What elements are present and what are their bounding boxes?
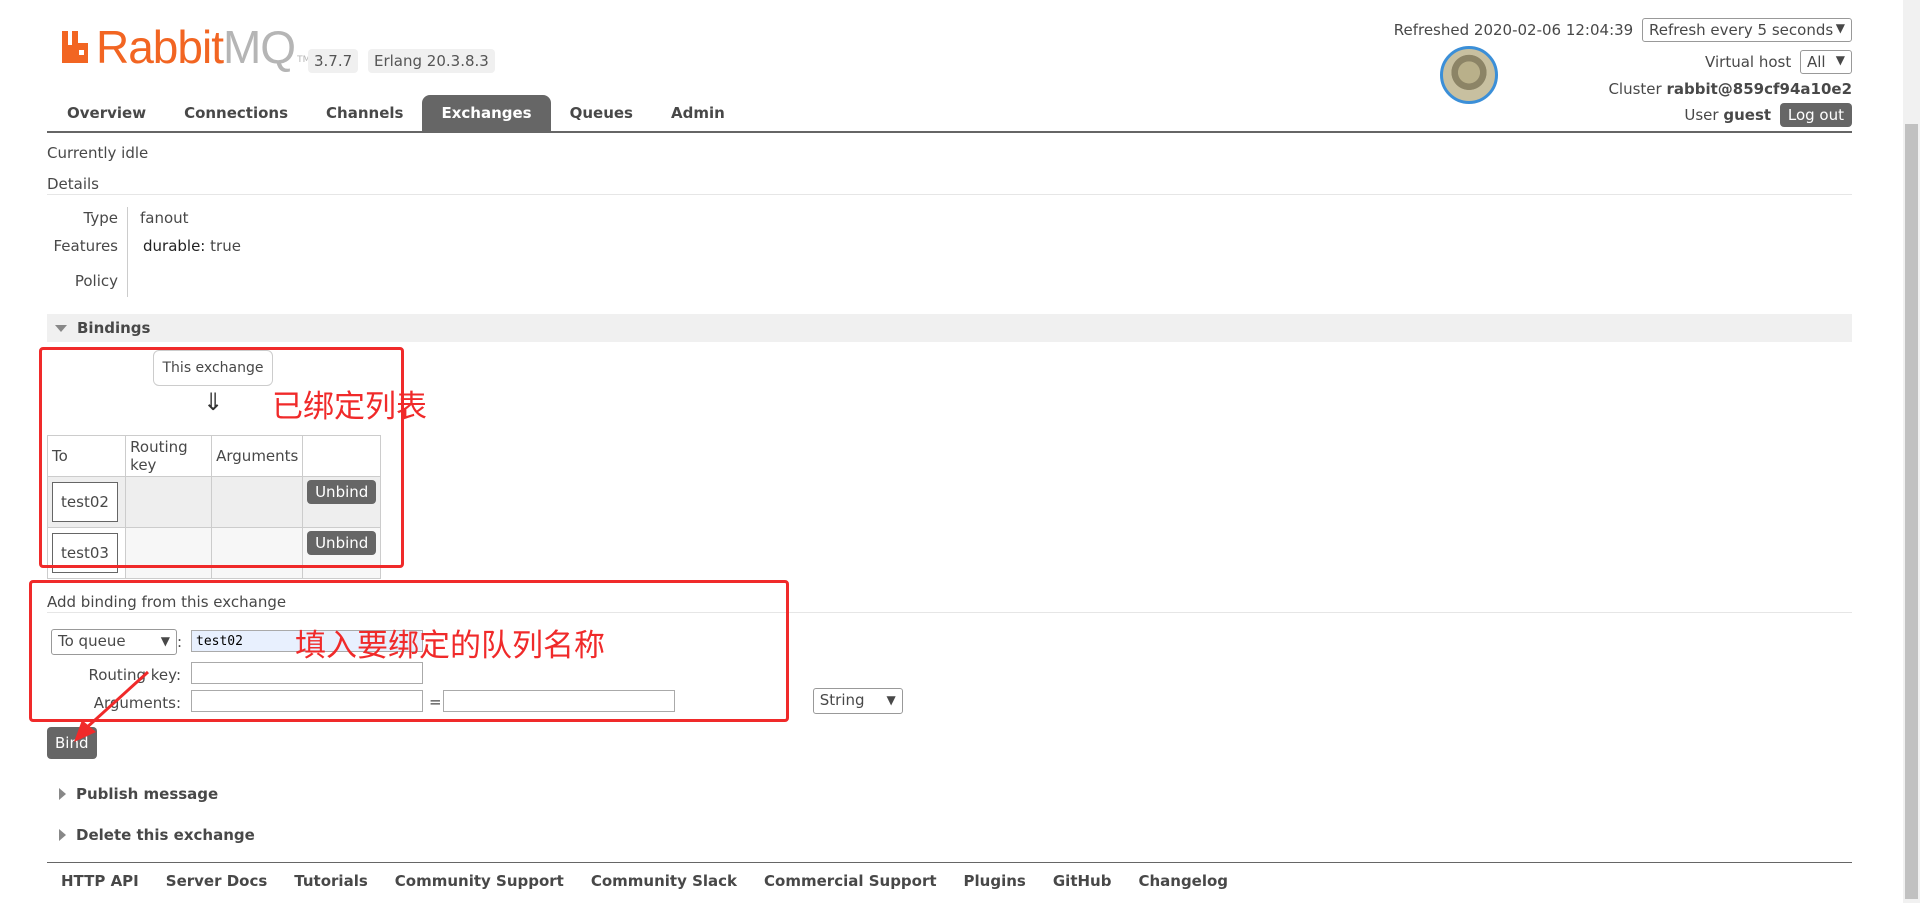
features-key: durable: <box>143 237 206 255</box>
delete-exchange-heading: Delete this exchange <box>76 826 255 844</box>
dropdown-arrow-icon: ▼ <box>1835 53 1845 67</box>
main-tabs: Overview Connections Channels Exchanges … <box>48 95 744 131</box>
user-name: guest <box>1723 106 1772 124</box>
footer-link-commercial-support[interactable]: Commercial Support <box>764 872 937 890</box>
details-heading: Details <box>47 175 100 193</box>
features-durable-value: true <box>210 237 241 255</box>
bindings-section-toggle[interactable]: Bindings <box>47 314 1852 342</box>
footer-link-community-support[interactable]: Community Support <box>395 872 564 890</box>
footer-links: HTTP API Server Docs Tutorials Community… <box>61 872 1255 890</box>
logout-button[interactable]: Log out <box>1779 103 1852 127</box>
footer-link-community-slack[interactable]: Community Slack <box>591 872 737 890</box>
tab-overview[interactable]: Overview <box>48 95 165 131</box>
user-label: User <box>1684 106 1719 124</box>
annotation-bound-list: 已绑定列表 <box>272 389 427 425</box>
refreshed-timestamp: Refreshed 2020-02-06 12:04:39 <box>1393 21 1634 39</box>
rabbitmq-logo[interactable]: RabbitMQ TM <box>60 22 310 72</box>
footer-link-github[interactable]: GitHub <box>1053 872 1112 890</box>
details-key-divider <box>127 207 128 297</box>
argument-type-select[interactable]: String ▼ <box>812 688 903 714</box>
details-divider <box>47 194 1852 195</box>
user-row: User guest Log out <box>1684 103 1852 127</box>
erlang-version-badge: Erlang 20.3.8.3 <box>368 49 495 73</box>
publish-message-toggle[interactable]: Publish message <box>47 785 218 803</box>
footer-link-tutorials[interactable]: Tutorials <box>294 872 367 890</box>
tab-queues[interactable]: Queues <box>551 95 652 131</box>
tabs-divider <box>47 131 1852 133</box>
cluster-row: Cluster rabbit@859cf94a10e2 <box>1608 80 1852 98</box>
footer-link-changelog[interactable]: Changelog <box>1138 872 1228 890</box>
logo-rabbit-text: Rabbit <box>96 21 224 73</box>
features-value: durable: true <box>143 237 241 255</box>
scrollbar-thumb[interactable] <box>1905 124 1918 899</box>
bindings-heading: Bindings <box>77 319 151 337</box>
vhost-row: Virtual host All ▼ <box>1705 50 1852 74</box>
user-avatar <box>1440 46 1498 104</box>
triangle-right-icon <box>59 788 66 800</box>
type-value: fanout <box>140 209 189 227</box>
footer-divider <box>47 862 1852 863</box>
tab-connections[interactable]: Connections <box>165 95 307 131</box>
cluster-name: rabbit@859cf94a10e2 <box>1666 80 1852 98</box>
features-label: Features <box>53 237 119 255</box>
policy-label: Policy <box>74 272 118 290</box>
version-badge: 3.7.7 <box>308 49 359 73</box>
footer-link-plugins[interactable]: Plugins <box>964 872 1026 890</box>
cluster-label: Cluster <box>1608 80 1662 98</box>
tab-channels[interactable]: Channels <box>307 95 422 131</box>
triangle-down-icon <box>55 324 67 332</box>
tab-exchanges[interactable]: Exchanges <box>422 95 551 131</box>
vhost-select[interactable]: All ▼ <box>1800 50 1852 74</box>
annotation-arrow-icon <box>74 670 150 742</box>
publish-message-heading: Publish message <box>76 785 219 803</box>
delete-exchange-toggle[interactable]: Delete this exchange <box>47 826 255 844</box>
type-label: Type <box>83 209 118 227</box>
triangle-right-icon <box>59 829 66 841</box>
rabbitmq-logo-icon <box>60 29 92 65</box>
dropdown-arrow-icon: ▼ <box>886 693 896 707</box>
dropdown-arrow-icon: ▼ <box>1835 21 1845 35</box>
footer-link-http-api[interactable]: HTTP API <box>61 872 139 890</box>
tab-admin[interactable]: Admin <box>652 95 744 131</box>
logo-mq-text: MQ <box>222 21 296 73</box>
refresh-interval-select[interactable]: Refresh every 5 seconds ▼ <box>1642 18 1852 42</box>
footer-link-server-docs[interactable]: Server Docs <box>166 872 268 890</box>
status-text: Currently idle <box>47 144 149 162</box>
annotation-fill-queue: 填入要绑定的队列名称 <box>295 628 605 664</box>
refresh-row: Refreshed 2020-02-06 12:04:39 Refresh ev… <box>1394 18 1852 42</box>
vhost-label: Virtual host <box>1705 53 1792 71</box>
